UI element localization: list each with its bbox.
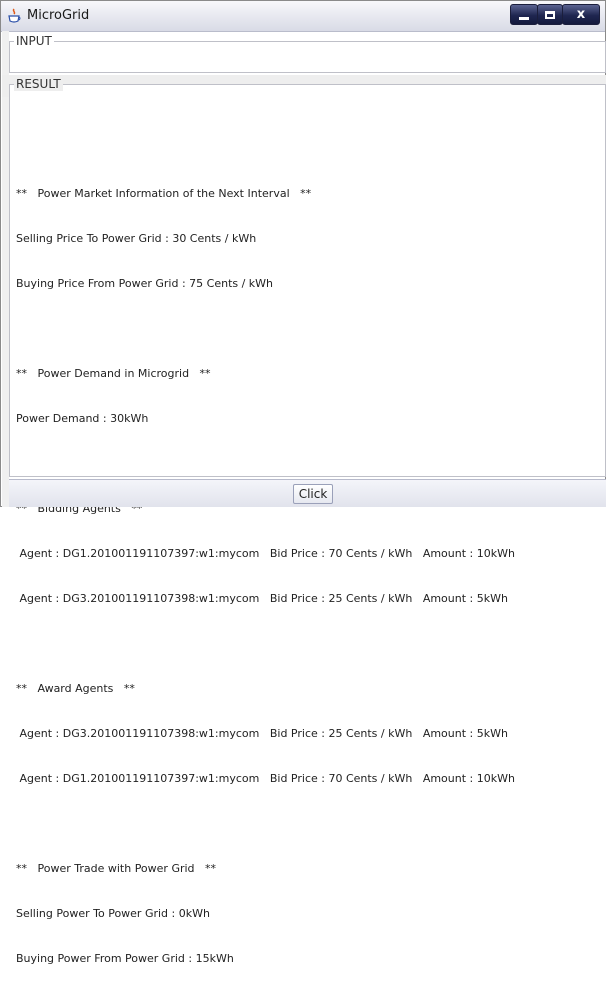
result-line: Buying Price From Power Grid : 75 Cents … (16, 277, 274, 290)
result-line: ** Award Agents ** (16, 682, 135, 695)
result-line (16, 141, 596, 156)
close-icon: x (576, 7, 586, 22)
click-button[interactable]: Click (293, 484, 333, 504)
result-line: ** Power Trade with Power Grid ** (16, 862, 217, 875)
maximize-icon (545, 10, 555, 19)
result-line: ** Power Demand in Microgrid ** (16, 367, 211, 380)
input-panel[interactable]: INPUT (9, 34, 606, 73)
window-left-border (2, 31, 9, 507)
result-panel-label: RESULT (14, 77, 63, 91)
title-bar[interactable]: MicroGrid x (1, 1, 605, 32)
result-line: Agent : DG1.201001191107397:w1:mycom Bid… (16, 772, 515, 785)
result-line: ** Power Market Information of the Next … (16, 187, 312, 200)
result-line: Agent : DG3.201001191107398:w1:mycom Bid… (16, 727, 508, 740)
java-cup-icon (8, 8, 21, 23)
button-bar: Click (9, 479, 606, 507)
minimize-icon (519, 16, 529, 20)
maximize-button[interactable] (537, 4, 563, 25)
result-line (16, 636, 596, 651)
minimize-button[interactable] (510, 4, 538, 25)
result-line: Buying Power From Power Grid : 15kWh (16, 952, 234, 965)
result-line (16, 321, 596, 336)
result-line: Agent : DG3.201001191107398:w1:mycom Bid… (16, 592, 508, 605)
window-title: MicroGrid (27, 8, 90, 23)
result-line (16, 456, 596, 471)
result-line: Selling Power To Power Grid : 0kWh (16, 907, 210, 920)
result-line (16, 816, 596, 831)
result-line: Selling Price To Power Grid : 30 Cents /… (16, 232, 257, 245)
input-panel-label: INPUT (14, 34, 54, 48)
result-line: Agent : DG1.201001191107397:w1:mycom Bid… (16, 547, 515, 560)
result-line: Power Demand : 30kWh (16, 412, 149, 425)
close-button[interactable]: x (562, 4, 600, 25)
microgrid-window: MicroGrid x INPUT RESULT ** Power Market… (0, 0, 606, 965)
result-text-area[interactable]: ** Power Market Information of the Next … (16, 111, 596, 996)
